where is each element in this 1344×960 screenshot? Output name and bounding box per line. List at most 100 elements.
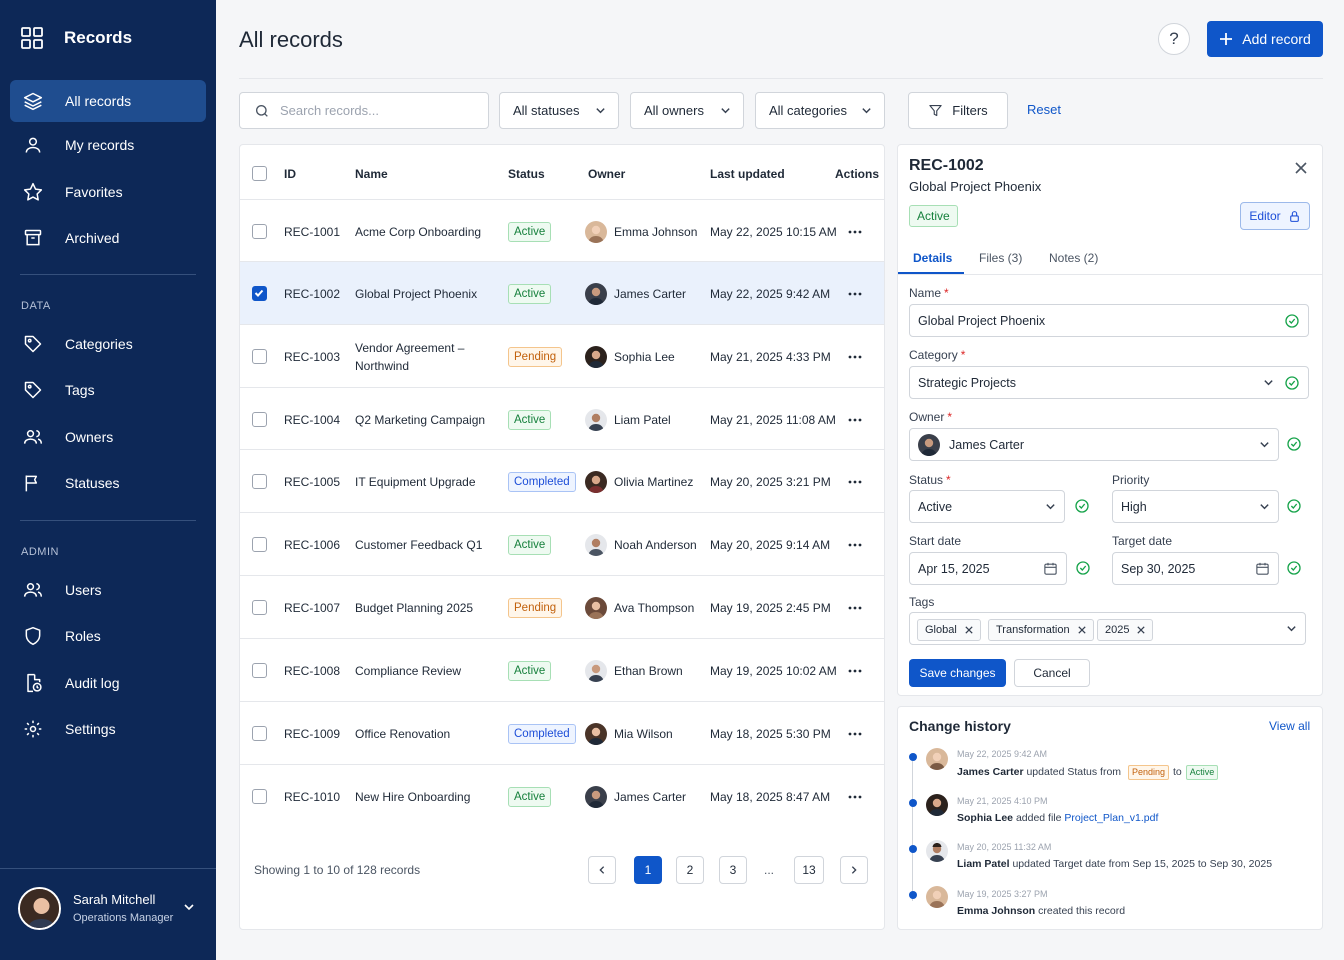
calendar-icon[interactable] — [1255, 561, 1270, 576]
avatar — [585, 471, 607, 493]
start-date-input[interactable]: Apr 15, 2025 — [909, 552, 1067, 585]
search-input[interactable] — [280, 103, 470, 118]
filters-button[interactable]: Filters — [908, 92, 1008, 129]
row-actions-button[interactable] — [846, 348, 864, 366]
column-header-last-updated[interactable]: Last updated — [710, 167, 785, 181]
row-checkbox[interactable] — [252, 349, 267, 364]
table-row[interactable]: REC-1003 Vendor Agreement – Northwind Pendi… — [240, 324, 884, 387]
row-actions-button[interactable] — [846, 725, 864, 743]
row-name[interactable]: Compliance Review — [355, 664, 461, 678]
table-row[interactable]: REC-1006 Customer Feedback Q1 Active Noah A… — [240, 512, 884, 575]
pagination-page-1[interactable]: 1 — [634, 856, 662, 884]
reset-link[interactable]: Reset — [1027, 102, 1061, 117]
cancel-button[interactable]: Cancel — [1014, 659, 1090, 687]
avatar — [585, 597, 607, 619]
row-actions-button[interactable] — [846, 411, 864, 429]
tab-notes[interactable]: Notes (2) — [1049, 251, 1098, 265]
row-checkbox[interactable] — [252, 789, 267, 804]
row-checkbox[interactable] — [252, 286, 267, 301]
row-actions-button[interactable] — [846, 223, 864, 241]
column-header-name[interactable]: Name — [355, 167, 388, 181]
row-checkbox[interactable] — [252, 224, 267, 239]
table-row[interactable]: REC-1008 Compliance Review Active Ethan Bro… — [240, 638, 884, 701]
row-checkbox[interactable] — [252, 663, 267, 678]
pagination-page-2[interactable]: 2 — [676, 856, 704, 884]
owner-filter-dropdown[interactable]: All owners — [630, 92, 744, 129]
row-actions-button[interactable] — [846, 536, 864, 554]
row-name[interactable]: Customer Feedback Q1 — [355, 538, 482, 552]
pagination-prev-button[interactable] — [588, 856, 616, 884]
row-name[interactable]: Acme Corp Onboarding — [355, 225, 481, 239]
close-icon[interactable] — [965, 626, 973, 634]
row-name[interactable]: Vendor Agreement – — [355, 341, 464, 355]
row-checkbox[interactable] — [252, 474, 267, 489]
sidebar-item-favorites[interactable]: Favorites — [10, 171, 206, 213]
row-checkbox[interactable] — [252, 726, 267, 741]
row-name[interactable]: Budget Planning 2025 — [355, 601, 473, 615]
row-actions-button[interactable] — [846, 662, 864, 680]
select-all-checkbox[interactable] — [252, 166, 267, 181]
tab-details[interactable]: Details — [913, 251, 952, 265]
save-changes-button[interactable]: Save changes — [909, 659, 1006, 687]
row-name[interactable]: Q2 Marketing Campaign — [355, 413, 485, 427]
row-actions-button[interactable] — [846, 788, 864, 806]
close-icon[interactable] — [1137, 626, 1146, 634]
pagination-page-3[interactable]: 3 — [719, 856, 747, 884]
table-row[interactable]: REC-1002 Global Project Phoenix Active Jame… — [240, 261, 884, 324]
view-all-link[interactable]: View all — [1269, 719, 1310, 733]
table-row[interactable]: REC-1005 IT Equipment Upgrade Completed Oli… — [240, 449, 884, 512]
help-button[interactable]: ? — [1158, 23, 1190, 55]
pagination-next-button[interactable] — [840, 856, 868, 884]
category-select[interactable]: Strategic Projects — [909, 366, 1309, 399]
table-row[interactable]: REC-1001 Acme Corp Onboarding Active Emma J… — [240, 199, 884, 262]
sidebar-item-roles[interactable]: Roles — [10, 615, 206, 657]
row-checkbox[interactable] — [252, 412, 267, 427]
sidebar-item-all-records[interactable]: All records — [10, 80, 206, 122]
column-header-status[interactable]: Status — [508, 167, 545, 181]
tab-files[interactable]: Files (3) — [979, 251, 1022, 265]
sidebar-brand[interactable]: Records — [20, 26, 132, 50]
sidebar-item-users[interactable]: Users — [10, 569, 206, 611]
sidebar-item-settings[interactable]: Settings — [10, 708, 206, 750]
row-actions-button[interactable] — [846, 285, 864, 303]
close-icon[interactable] — [1077, 626, 1086, 634]
sidebar-item-audit-log[interactable]: Audit log — [10, 662, 206, 704]
column-header-id[interactable]: ID — [284, 167, 296, 181]
row-name-continued[interactable]: Northwind — [355, 359, 409, 373]
search-box[interactable] — [239, 92, 489, 129]
sidebar-item-archived[interactable]: Archived — [10, 217, 206, 259]
sidebar-item-my-records[interactable]: My records — [10, 124, 206, 166]
priority-select[interactable]: High — [1112, 490, 1279, 523]
row-name[interactable]: Office Renovation — [355, 727, 450, 741]
table-row[interactable]: REC-1010 New Hire Onboarding Active James C… — [240, 764, 884, 827]
row-checkbox[interactable] — [252, 600, 267, 615]
row-checkbox[interactable] — [252, 537, 267, 552]
name-field[interactable]: Global Project Phoenix — [909, 304, 1309, 337]
status-filter-dropdown[interactable]: All statuses — [499, 92, 619, 129]
row-name[interactable]: Global Project Phoenix — [355, 287, 477, 301]
row-actions-button[interactable] — [846, 473, 864, 491]
column-header-owner[interactable]: Owner — [588, 167, 625, 181]
add-record-button[interactable]: Add record — [1207, 21, 1323, 57]
pagination-page-last[interactable]: 13 — [794, 856, 824, 884]
editor-button[interactable]: Editor — [1240, 202, 1310, 230]
table-row[interactable]: REC-1009 Office Renovation Completed Mia Wi… — [240, 701, 884, 764]
close-icon[interactable] — [1294, 161, 1308, 175]
row-name[interactable]: IT Equipment Upgrade — [355, 475, 476, 489]
table-row[interactable]: REC-1007 Budget Planning 2025 Pending Ava T… — [240, 575, 884, 638]
current-user[interactable]: Sarah Mitchell Operations Manager — [0, 868, 216, 960]
history-file-link[interactable]: Project_Plan_v1.pdf — [1064, 812, 1158, 824]
row-name[interactable]: New Hire Onboarding — [355, 790, 470, 804]
table-row[interactable]: REC-1004 Q2 Marketing Campaign Active Liam … — [240, 387, 884, 450]
status-select[interactable]: Active — [909, 490, 1065, 523]
category-filter-dropdown[interactable]: All categories — [755, 92, 885, 129]
target-date-input[interactable]: Sep 30, 2025 — [1112, 552, 1279, 585]
sidebar-item-categories[interactable]: Categories — [10, 323, 206, 365]
chevron-down-icon[interactable] — [183, 901, 195, 913]
sidebar-item-statuses[interactable]: Statuses — [10, 462, 206, 504]
sidebar-item-tags[interactable]: Tags — [10, 369, 206, 411]
calendar-icon[interactable] — [1043, 561, 1058, 576]
owner-select[interactable]: James Carter — [909, 428, 1279, 461]
sidebar-item-owners[interactable]: Owners — [10, 416, 206, 458]
row-actions-button[interactable] — [846, 599, 864, 617]
